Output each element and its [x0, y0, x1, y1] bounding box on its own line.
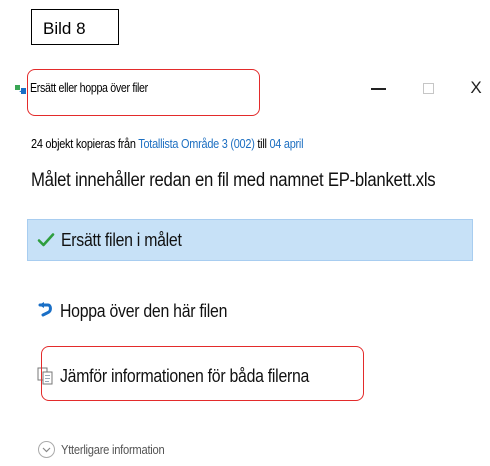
- skip-arrow-icon: [36, 302, 54, 320]
- chevron-down-icon: [38, 441, 55, 458]
- source-link-totallista[interactable]: Totallista: [138, 136, 178, 151]
- more-info-label: Ytterligare information: [61, 442, 165, 457]
- more-info-toggle[interactable]: Ytterligare information: [38, 441, 181, 458]
- source-link-omrade[interactable]: Område 3 (002): [181, 136, 255, 151]
- minimize-icon: [370, 88, 386, 90]
- checkmark-icon: [37, 231, 55, 249]
- close-icon: X: [470, 78, 482, 97]
- skip-file-label: Hoppa över den här filen: [60, 300, 228, 321]
- skip-file-option[interactable]: Hoppa över den här filen: [27, 290, 473, 332]
- annotation-outline-compare: [41, 346, 364, 401]
- replace-file-option[interactable]: Ersätt filen i målet: [27, 219, 473, 261]
- info-middle: till: [254, 136, 270, 151]
- close-button[interactable]: X: [461, 74, 490, 102]
- minimize-button[interactable]: [363, 74, 393, 102]
- destination-link[interactable]: 04 april: [269, 136, 303, 151]
- maximize-icon: [422, 82, 434, 94]
- info-prefix: 24 objekt kopieras från: [31, 136, 139, 151]
- replace-file-label: Ersätt filen i målet: [61, 229, 182, 250]
- annotation-label: Bild 8: [31, 9, 119, 45]
- page: Bild 8 Ersätt eller hoppa över filer X 2…: [0, 0, 490, 466]
- maximize-button[interactable]: [413, 74, 443, 102]
- copy-files-icon: [15, 82, 27, 94]
- dialog-heading: Målet innehåller redan en fil med namnet…: [31, 170, 436, 191]
- annotation-outline-title: [27, 69, 260, 116]
- copy-info: 24 objekt kopieras från Totallista Områd…: [31, 136, 304, 151]
